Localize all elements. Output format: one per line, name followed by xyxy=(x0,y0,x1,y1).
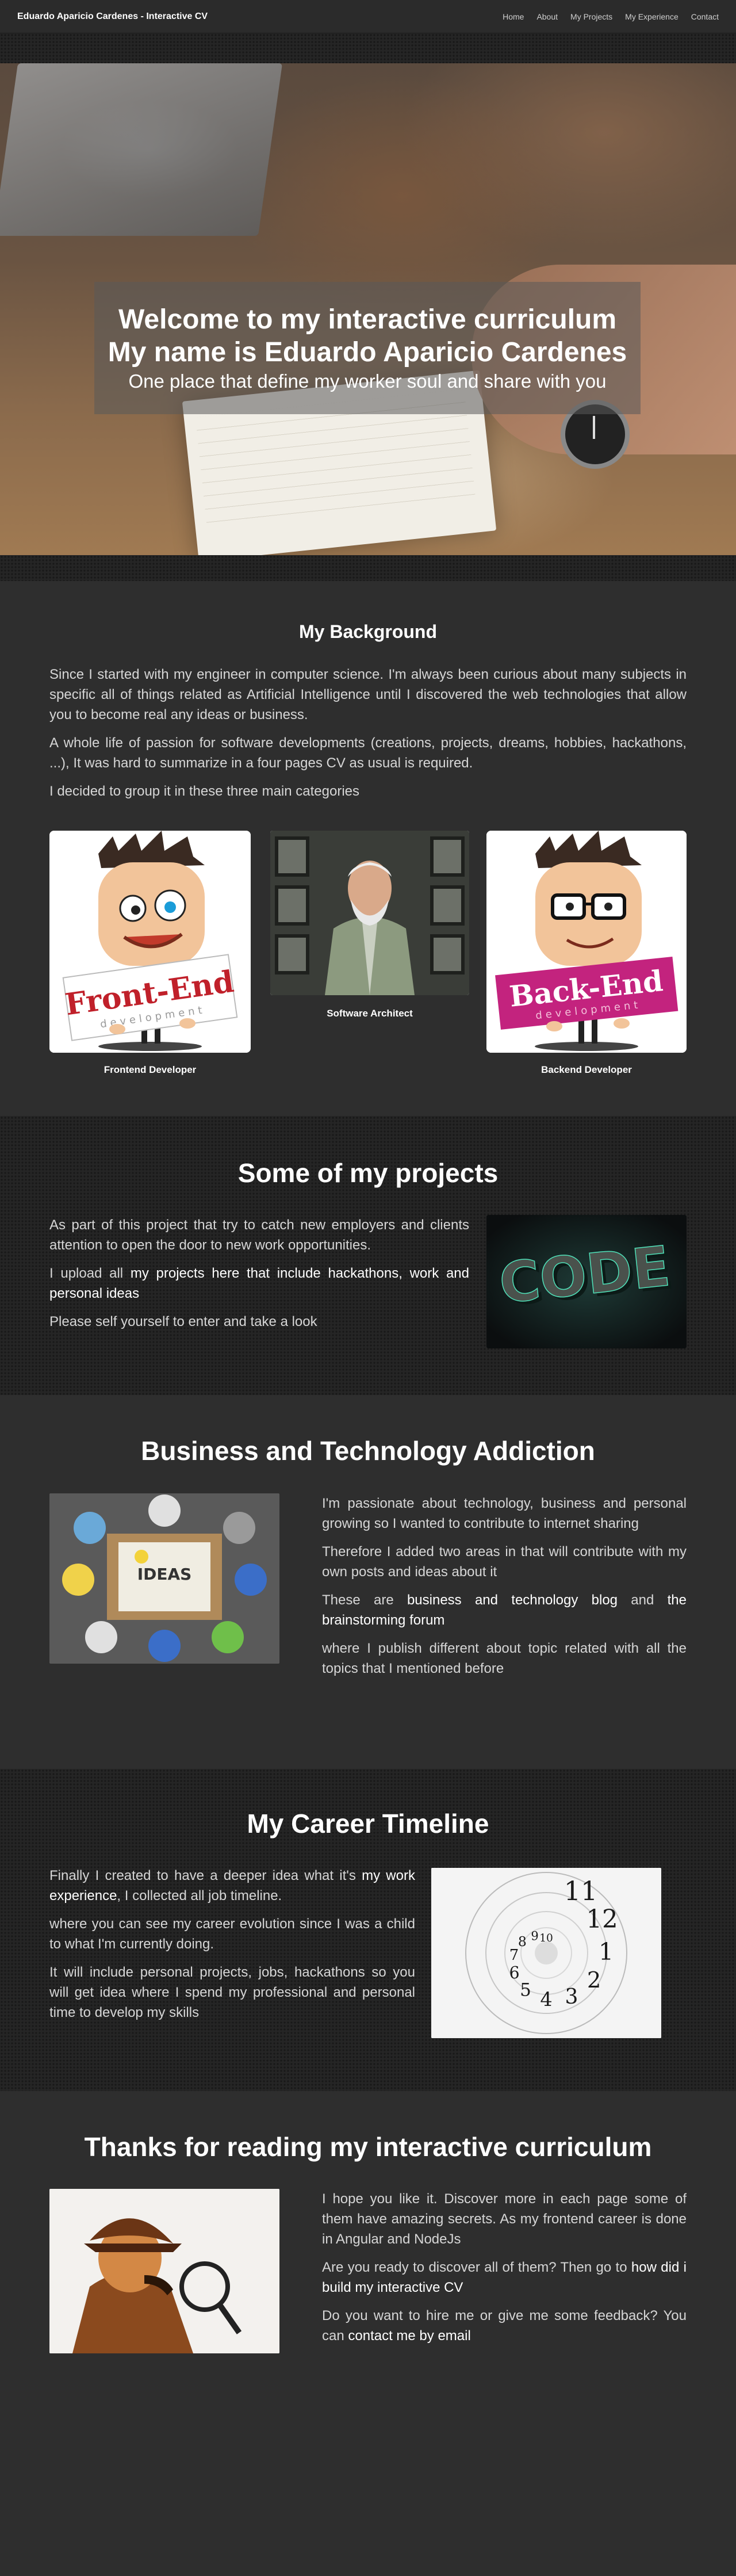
frontend-developer-card[interactable]: Front-End development xyxy=(49,831,251,1053)
clock-numeral: 11 xyxy=(564,1875,598,1906)
thanks-title: Thanks for reading my interactive curric… xyxy=(84,2132,652,2162)
business-section: Business and Technology Addiction IDEAS … xyxy=(0,1395,736,1769)
detective-image[interactable] xyxy=(49,2189,279,2353)
clock-numeral: 8 xyxy=(518,1933,527,1950)
business-title: Business and Technology Addiction xyxy=(141,1436,595,1466)
spiral-clock-image[interactable]: 11 12 1 2 3 4 5 6 7 8 9 10 xyxy=(431,1868,661,2038)
brainstorm-image[interactable]: IDEAS xyxy=(49,1493,279,1664)
career-paragraph-1: Finally I created to have a deeper idea … xyxy=(49,1868,415,1904)
code-image[interactable]: CODE CODE xyxy=(486,1215,687,1348)
business-paragraph-1: I'm passionate about technology, busines… xyxy=(322,1496,687,1531)
nav-my-experience[interactable]: My Experience xyxy=(625,12,678,21)
clock-numeral: 12 xyxy=(586,1905,618,1934)
clock-numeral: 9 xyxy=(531,1929,538,1943)
clock-numeral: 5 xyxy=(520,1979,531,2000)
backend-developer-card[interactable]: Back-End development xyxy=(486,831,687,1053)
career-section: My Career Timeline Finally I created to … xyxy=(0,1769,736,2091)
thanks-section: Thanks for reading my interactive curric… xyxy=(0,2091,736,2576)
backend-cartoon-icon: Back-End development xyxy=(486,831,687,1053)
clock-numeral: 2 xyxy=(587,1967,601,1993)
business-paragraph-4: where I publish different about topic re… xyxy=(322,1641,687,1676)
contact-email-link[interactable]: contact me by email xyxy=(348,2328,470,2344)
projects-paragraph-2: I upload all my projects here that inclu… xyxy=(49,1266,469,1301)
background-paragraph-3: I decided to group it in these three mai… xyxy=(49,783,359,799)
business-paragraph-3: These are business and technology blog a… xyxy=(322,1592,687,1628)
software-architect-card[interactable] xyxy=(270,831,469,995)
career-paragraph-3: It will include personal projects, jobs,… xyxy=(49,1965,415,2020)
brand-link[interactable]: Eduardo Aparicio Cardenes - Interactive … xyxy=(17,12,208,22)
backend-developer-caption: Backend Developer xyxy=(541,1064,632,1075)
clock-numeral: 1 xyxy=(599,1938,614,1966)
hero-banner: Welcome to my interactive curriculum My … xyxy=(0,63,736,555)
projects-paragraph-1: As part of this project that try to catc… xyxy=(49,1217,469,1253)
background-paragraph-2: A whole life of passion for software dev… xyxy=(49,735,687,771)
projects-paragraph-3: Please self yourself to enter and take a… xyxy=(49,1314,317,1329)
clock-numeral: 6 xyxy=(509,1963,520,1982)
ideas-text: IDEAS xyxy=(137,1565,192,1584)
business-paragraph-2: Therefore I added two areas in that will… xyxy=(322,1544,687,1580)
career-paragraph-2: where you can see my career evolution si… xyxy=(49,1916,415,1952)
hero-welcome-title: Welcome to my interactive curriculum xyxy=(118,304,617,335)
software-architect-caption: Software Architect xyxy=(327,1008,413,1019)
architect-photo-icon xyxy=(270,831,469,995)
clock-numeral: 4 xyxy=(540,1988,552,2011)
code-3d-icon: CODE CODE xyxy=(486,1215,687,1348)
frontend-developer-caption: Frontend Developer xyxy=(103,1064,197,1075)
hero-top-strip xyxy=(0,33,736,63)
background-title: My Background xyxy=(298,621,438,642)
top-navbar: Eduardo Aparicio Cardenes - Interactive … xyxy=(0,0,736,33)
nav-links: Home About My Projects My Experience Con… xyxy=(503,12,719,21)
clock-numeral: 3 xyxy=(565,1985,578,2009)
background-paragraph-1: Since I started with my engineer in comp… xyxy=(49,667,687,723)
hero-text-box: Welcome to my interactive curriculum My … xyxy=(94,282,641,414)
projects-section: Some of my projects As part of this proj… xyxy=(0,1116,736,1395)
hero-bottom-strip xyxy=(0,555,736,581)
nav-contact[interactable]: Contact xyxy=(691,12,719,21)
frontend-cartoon-icon: Front-End development xyxy=(49,831,251,1053)
hero-name-title: My name is Eduardo Aparicio Cardenes xyxy=(108,337,627,368)
nav-about[interactable]: About xyxy=(536,12,558,21)
career-title: My Career Timeline xyxy=(247,1809,489,1839)
background-section: My Background Since I started with my en… xyxy=(0,581,736,1116)
nav-home[interactable]: Home xyxy=(503,12,524,21)
clock-numeral: 7 xyxy=(509,1947,519,1964)
thanks-paragraph-3: Do you want to hire me or give me some f… xyxy=(322,2308,687,2344)
nav-my-projects[interactable]: My Projects xyxy=(570,12,612,21)
clock-numeral: 10 xyxy=(539,1932,553,1944)
detective-icon xyxy=(49,2189,279,2353)
spiral-clock-icon: 111212345678 9 10 xyxy=(431,1868,661,2038)
laptop-image xyxy=(0,63,283,236)
business-blog-link[interactable]: business and technology blog xyxy=(407,1592,618,1608)
thanks-paragraph-1: I hope you like it. Discover more in eac… xyxy=(322,2191,687,2247)
brainstorm-table-icon: IDEAS xyxy=(49,1493,279,1664)
hero-subtitle: One place that define my worker soul and… xyxy=(128,370,607,392)
thanks-paragraph-2: Are you ready to discover all of them? T… xyxy=(322,2260,687,2295)
projects-title: Some of my projects xyxy=(237,1158,499,1188)
